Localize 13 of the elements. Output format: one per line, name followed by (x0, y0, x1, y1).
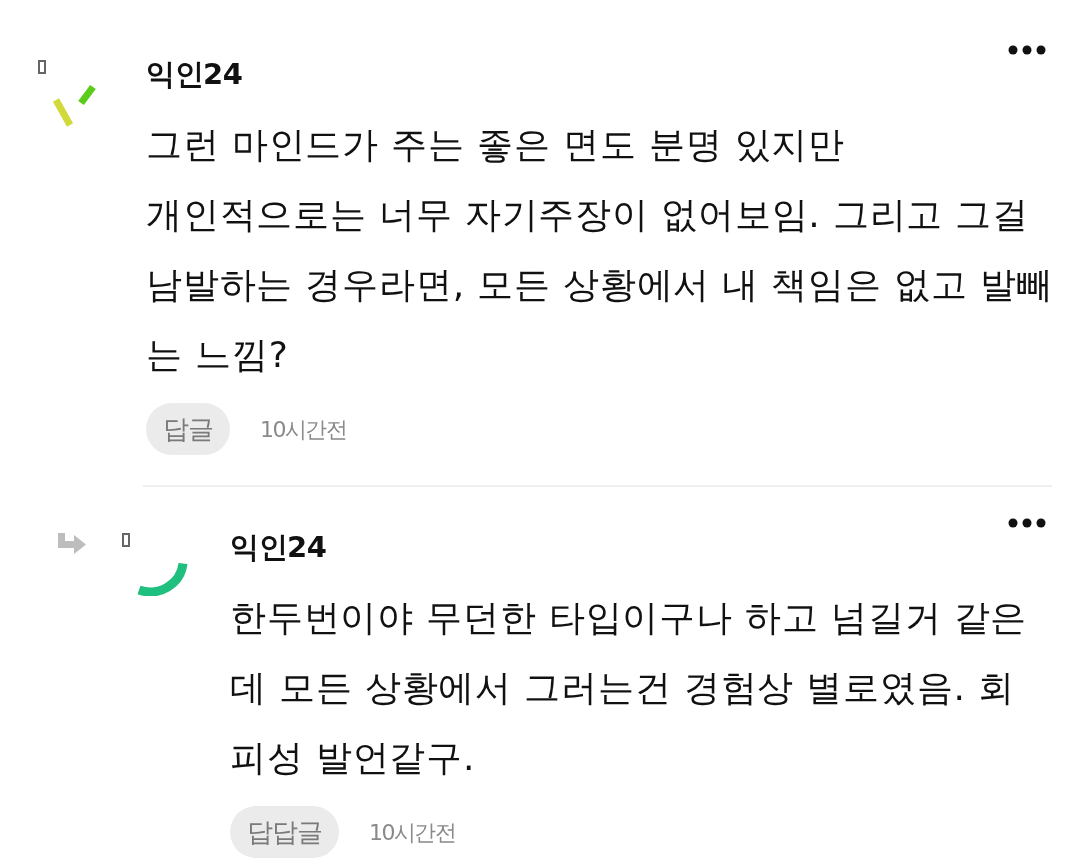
comment-text: 한두번이야 무던한 타입이구나 하고 넘길거 같은 데 모든 상황에서 그러는건 경험상 별로였음. 회 피성 발언같구. (230, 596, 1029, 780)
timestamp: 10시간전 (260, 415, 347, 444)
avatar-drawing (51, 82, 97, 128)
missing-glyph-icon (122, 533, 130, 547)
username: 익인24 (146, 56, 243, 93)
username: 익인24 (230, 529, 327, 566)
timestamp: 10시간전 (369, 818, 456, 847)
comment-text: 그런 마인드가 주는 좋은 면도 분명 있지만 개인적으로는 너무 자기주장이 없어보임. 그리고 그걸 남발하는 경우라면, 모든 상황에서 내 책임은 없고 발빼 는 느낌? (146, 123, 1052, 377)
reply-button[interactable]: 답글 (146, 403, 230, 455)
more-icon[interactable] (1008, 45, 1046, 55)
missing-glyph-icon (38, 60, 46, 74)
more-icon[interactable] (1008, 518, 1046, 528)
reply-button[interactable]: 답답글 (230, 806, 339, 858)
